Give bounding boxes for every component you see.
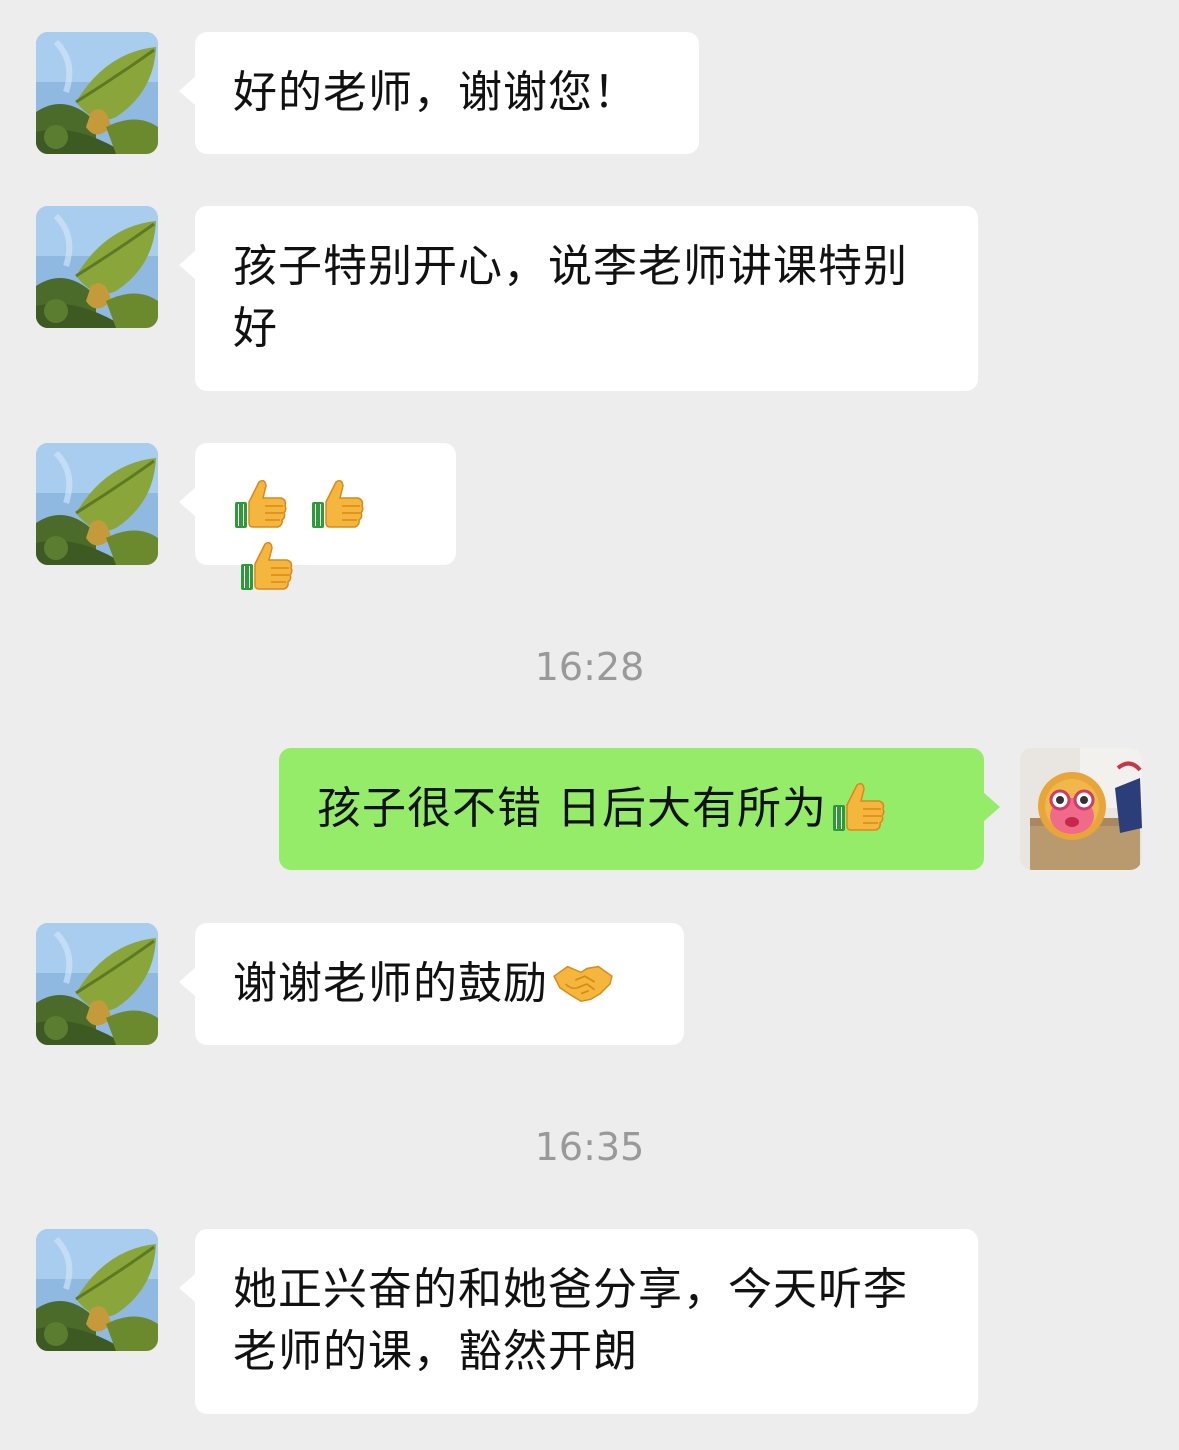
my-avatar[interactable] bbox=[1020, 748, 1142, 870]
thumbs-up-icon bbox=[310, 476, 366, 532]
contact-avatar[interactable] bbox=[36, 206, 158, 328]
message-bubble-outgoing[interactable]: 孩子很不错 日后大有所为 bbox=[279, 748, 1000, 870]
message-text: 谢谢老师的鼓励 bbox=[233, 958, 548, 1009]
message-text: 她正兴奋的和她爸分享，今天听李老师的课，豁然开朗 bbox=[233, 1264, 908, 1377]
thumbs-up-icon bbox=[239, 538, 295, 594]
message-bubble-incoming[interactable]: 好的老师，谢谢您！ bbox=[179, 32, 699, 154]
message-text: 好的老师，谢谢您！ bbox=[233, 67, 638, 118]
contact-avatar[interactable] bbox=[36, 32, 158, 154]
thumbs-up-icon bbox=[233, 476, 289, 532]
contact-avatar[interactable] bbox=[36, 443, 158, 565]
message-text: 孩子很不错 日后大有所为 bbox=[317, 783, 827, 834]
contact-avatar[interactable] bbox=[36, 923, 158, 1045]
message-bubble-incoming[interactable]: 她正兴奋的和她爸分享，今天听李老师的课，豁然开朗 bbox=[179, 1229, 978, 1414]
contact-avatar[interactable] bbox=[36, 1229, 158, 1351]
timestamp: 16:35 bbox=[534, 1125, 645, 1169]
timestamp: 16:28 bbox=[534, 645, 645, 689]
message-text: 孩子特别开心，说李老师讲课特别好 bbox=[233, 241, 908, 354]
message-bubble-incoming[interactable]: 孩子特别开心，说李老师讲课特别好 bbox=[179, 206, 978, 391]
message-bubble-incoming[interactable]: 谢谢老师的鼓励 bbox=[179, 923, 684, 1045]
thumbs-up-icon bbox=[831, 779, 887, 835]
message-bubble-incoming[interactable] bbox=[179, 443, 456, 565]
handshake-icon bbox=[552, 955, 614, 1009]
